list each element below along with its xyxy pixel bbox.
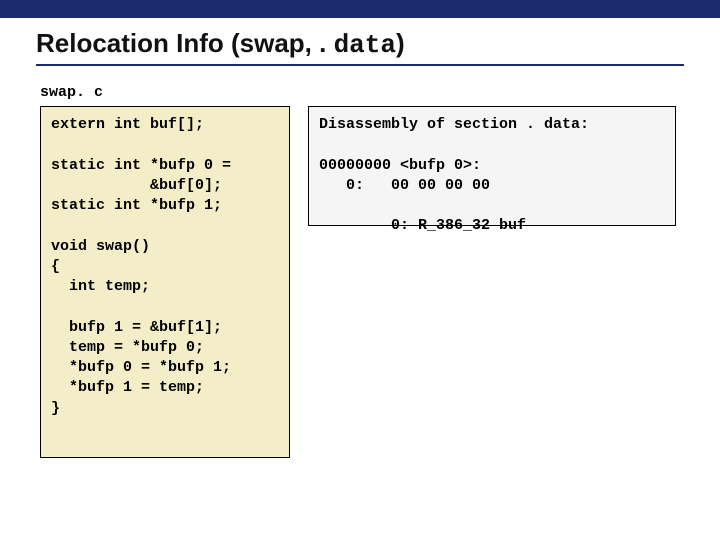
top-bar: [0, 0, 720, 18]
title-prefix: Relocation Info (swap, .: [36, 28, 334, 58]
source-file-label: swap. c: [40, 84, 103, 101]
disassembly-box: Disassembly of section . data: 00000000 …: [308, 106, 676, 226]
source-code-box: extern int buf[]; static int *bufp 0 = &…: [40, 106, 290, 458]
title-mono: data: [334, 30, 396, 60]
title-underline: [36, 64, 684, 66]
slide-title: Relocation Info (swap, . data): [36, 28, 720, 60]
title-suffix: ): [396, 28, 405, 58]
